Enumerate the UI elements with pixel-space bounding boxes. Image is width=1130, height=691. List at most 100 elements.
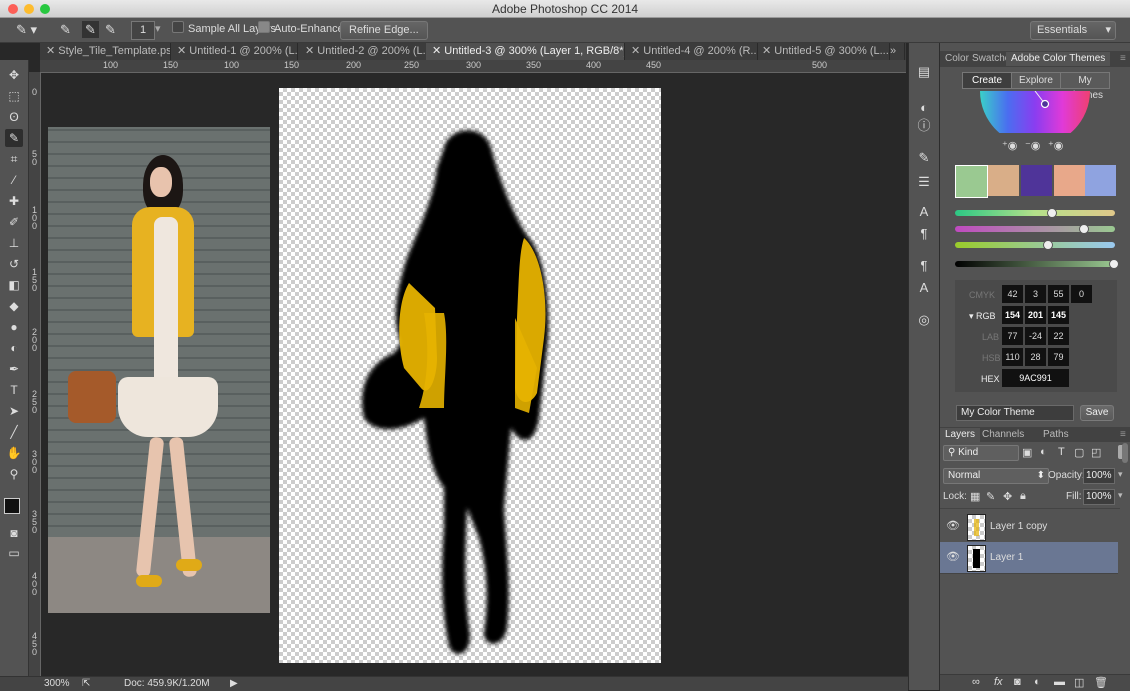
screen-mode-icon[interactable]: ▭ — [5, 544, 23, 562]
brightness-slider[interactable] — [955, 240, 1115, 250]
close-tab-icon[interactable]: ✕ — [631, 45, 643, 57]
tab-layers[interactable]: Layers — [940, 428, 981, 442]
cmyk-k[interactable]: 0 — [1071, 285, 1092, 303]
auto-enhance-checkbox[interactable]: Auto-Enhance — [258, 21, 344, 38]
character-styles-icon[interactable]: A — [915, 279, 933, 297]
properties-panel-icon[interactable]: ☰ — [915, 173, 933, 191]
lab-l[interactable]: 77 — [1002, 327, 1023, 345]
cmyk-y[interactable]: 55 — [1048, 285, 1069, 303]
lab-a[interactable]: -24 — [1025, 327, 1046, 345]
tab-style-tile-template[interactable]: ✕ Style_Tile_Template.psd — [40, 43, 171, 60]
layer-name[interactable]: Layer 1 — [990, 552, 1023, 563]
filter-smart-object-icon[interactable]: ◰ — [1091, 446, 1101, 459]
brush-size-dropdown-icon[interactable]: ▾ — [155, 21, 161, 38]
tab-paths[interactable]: Paths — [1043, 428, 1069, 442]
new-layer-icon[interactable]: ◫ — [1074, 676, 1084, 689]
theme-swatch-3[interactable] — [1021, 165, 1052, 196]
theme-swatch-2[interactable] — [988, 165, 1019, 196]
filter-shape-icon[interactable]: ▢ — [1074, 446, 1084, 459]
panel-menu-icon[interactable]: ≡ — [1120, 52, 1126, 66]
blur-tool-icon[interactable]: ● — [5, 318, 23, 336]
tab-untitled-1[interactable]: ✕ Untitled-1 @ 200% (L... — [171, 43, 298, 60]
eyedropper-tool-icon[interactable]: ⁄ — [5, 171, 23, 189]
layer-name[interactable]: Layer 1 copy — [990, 521, 1047, 532]
history-panel-icon[interactable]: ▤ — [915, 63, 933, 81]
layer-mask-icon[interactable]: ◙ — [1014, 676, 1021, 688]
tab-swatches[interactable]: Swatche — [972, 52, 1006, 66]
path-selection-tool-icon[interactable]: ➤ — [5, 402, 23, 420]
quick-selection-tool-icon[interactable]: ✎ — [5, 129, 23, 147]
eye-visibility-icon[interactable]: 👁︎ — [946, 519, 960, 532]
slider-knob[interactable] — [1079, 224, 1089, 234]
filter-pixel-icon[interactable]: ▣ — [1022, 446, 1032, 459]
document-canvas[interactable] — [279, 88, 661, 663]
share-icon[interactable]: ⇱ — [82, 678, 90, 689]
theme-swatch-5[interactable] — [1085, 165, 1116, 196]
close-tab-icon[interactable]: ✕ — [46, 45, 58, 57]
hex-value[interactable]: 9AC991 — [1002, 369, 1069, 387]
link-layers-icon[interactable]: ∞ — [972, 676, 980, 688]
save-theme-button[interactable]: Save — [1080, 405, 1114, 421]
adjustments-panel-icon[interactable]: ◐ — [915, 99, 933, 117]
info-panel-icon[interactable]: ⓘ — [915, 117, 933, 135]
workspace-dropdown[interactable]: Essentials ▾ — [1030, 21, 1116, 40]
cmyk-m[interactable]: 3 — [1025, 285, 1046, 303]
hue-slider[interactable] — [955, 208, 1115, 218]
crop-tool-icon[interactable]: ⌗ — [5, 150, 23, 168]
healing-brush-tool-icon[interactable]: ✚ — [5, 192, 23, 210]
paragraph-panel-icon[interactable]: ¶ — [915, 225, 933, 243]
filter-kind-dropdown[interactable]: ⚲ Kind — [943, 445, 1019, 461]
fill-dropdown-icon[interactable]: ▾ — [1118, 490, 1123, 501]
tab-untitled-2[interactable]: ✕ Untitled-2 @ 200% (L... — [299, 43, 428, 60]
foreground-color-swatch[interactable] — [4, 498, 20, 514]
quick-mask-icon[interactable]: ◙ — [5, 524, 23, 542]
lock-image-icon[interactable]: ✎ — [986, 490, 995, 503]
hsb-b[interactable]: 79 — [1048, 348, 1069, 366]
tab-untitled-3[interactable]: ✕ Untitled-3 @ 300% (Layer 1, RGB/8*) * — [426, 43, 625, 60]
add-to-selection-brush-icon[interactable]: ✎ — [82, 21, 99, 38]
close-tab-icon[interactable]: ✕ — [762, 45, 774, 57]
tool-preset-picker[interactable]: ✎ ▾ — [16, 21, 37, 38]
adjustment-layer-icon[interactable]: ◐ — [1034, 676, 1041, 688]
history-brush-tool-icon[interactable]: ↺ — [5, 255, 23, 273]
rgb-r[interactable]: 154 — [1002, 306, 1023, 324]
line-tool-icon[interactable]: ╱ — [5, 423, 23, 441]
layers-scrollbar[interactable] — [1122, 443, 1128, 463]
marquee-tool-icon[interactable]: ⬚ — [5, 87, 23, 105]
brush-size-field[interactable]: 1 — [131, 21, 155, 40]
hand-tool-icon[interactable]: ✋ — [5, 444, 23, 462]
create-button[interactable]: Create — [962, 72, 1012, 89]
lock-transparent-icon[interactable]: ▦ — [970, 490, 980, 503]
tab-untitled-4[interactable]: ✕ Untitled-4 @ 200% (R... — [625, 43, 758, 60]
new-selection-brush-icon[interactable]: ✎ — [60, 21, 71, 38]
brush-panel-icon[interactable]: ✎ — [915, 149, 933, 167]
remove-color-icon[interactable]: ⁻◉ — [1025, 139, 1040, 152]
subtract-selection-brush-icon[interactable]: ✎ — [105, 21, 116, 38]
tab-untitled-5[interactable]: ✕ Untitled-5 @ 300% (L... — [756, 43, 890, 60]
my-themes-button[interactable]: My Themes — [1060, 72, 1110, 101]
filter-type-icon[interactable]: T — [1058, 446, 1065, 458]
layer-row[interactable]: 👁︎ Layer 1 copy — [940, 511, 1118, 543]
close-tab-icon[interactable]: ✕ — [177, 45, 189, 57]
hsb-h[interactable]: 110 — [1002, 348, 1023, 366]
explore-button[interactable]: Explore — [1011, 72, 1061, 89]
base-color-icon[interactable]: ⁺◉ — [1048, 139, 1063, 152]
canvas-area[interactable] — [41, 73, 906, 675]
rgb-b[interactable]: 145 — [1048, 306, 1069, 324]
more-tabs-icon[interactable]: » — [886, 43, 905, 60]
theme-name-input[interactable]: My Color Theme — [956, 405, 1074, 421]
refine-edge-button[interactable]: Refine Edge... — [340, 21, 428, 40]
filter-adjustment-icon[interactable]: ◐ — [1040, 446, 1047, 458]
theme-swatch-1[interactable] — [955, 165, 988, 198]
close-tab-icon[interactable]: ✕ — [432, 45, 444, 57]
paragraph-styles-icon[interactable]: ¶ — [915, 257, 933, 275]
opacity-field[interactable]: 100% — [1083, 468, 1115, 484]
slider-knob[interactable] — [1109, 259, 1119, 269]
delete-layer-icon[interactable]: 🗑︎ — [1094, 676, 1108, 689]
pen-tool-icon[interactable]: ✒ — [5, 360, 23, 378]
add-color-icon[interactable]: ⁺◉ — [1002, 139, 1017, 152]
status-menu-arrow-icon[interactable]: ▶ — [230, 678, 238, 689]
color-wheel-handle[interactable] — [1040, 99, 1050, 109]
cmyk-c[interactable]: 42 — [1002, 285, 1023, 303]
tab-color[interactable]: Color — [945, 52, 969, 66]
